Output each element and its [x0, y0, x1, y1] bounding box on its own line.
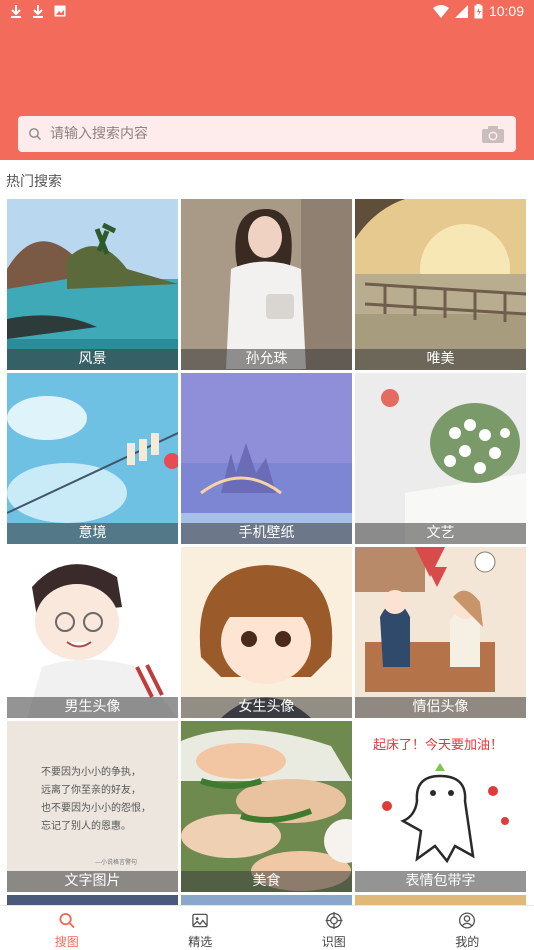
tile-label: 风景 [7, 349, 178, 370]
header: 10:09 [0, 0, 534, 160]
tile-label: 唯美 [355, 349, 526, 370]
next-row-preview [7, 895, 527, 905]
search-input[interactable] [50, 126, 482, 142]
tile-label: 文字图片 [7, 871, 178, 892]
tile-female-avatar[interactable]: 女生头像 [181, 547, 352, 718]
tile-mood[interactable]: 意境 [7, 373, 178, 544]
tile-label: 男生头像 [7, 697, 178, 718]
sticker-image: 起床了！今天要加油！ [355, 721, 526, 892]
tab-featured[interactable]: 精选 [134, 906, 268, 950]
scenery-image [7, 199, 178, 370]
aesthetic-image [355, 199, 526, 370]
tab-label: 精选 [188, 935, 213, 949]
wallpaper-image [181, 373, 352, 544]
target-icon [325, 912, 343, 929]
notification-image-icon [54, 5, 66, 17]
tab-label: 搜图 [54, 935, 79, 949]
tile-phone-wallpaper[interactable]: 手机壁纸 [181, 373, 352, 544]
tile-label: 表情包带字 [355, 871, 526, 892]
signal-icon [454, 4, 468, 18]
tile-label: 文艺 [355, 523, 526, 544]
tile-label: 手机壁纸 [181, 523, 352, 544]
search-bar[interactable] [18, 116, 516, 152]
tile-couple-avatar[interactable]: 情侣头像 [355, 547, 526, 718]
quote-source: —小说格言警句 [95, 858, 137, 866]
quote-line: 不要因为小小的争执， [41, 765, 141, 778]
status-bar: 10:09 [0, 0, 534, 24]
clock: 10:09 [488, 3, 524, 19]
download-icon [11, 5, 21, 18]
tile-food[interactable]: 美食 [181, 721, 352, 892]
tile-scenery[interactable]: 风景 [7, 199, 178, 370]
tile-label: 孙允珠 [181, 349, 352, 370]
food-image [181, 721, 352, 892]
tab-identify[interactable]: 识图 [267, 906, 401, 950]
couple-avatar-image [355, 547, 526, 718]
tile-aesthetic[interactable]: 唯美 [355, 199, 526, 370]
user-icon [459, 912, 476, 929]
camera-icon[interactable] [482, 125, 504, 143]
bottom-tab-bar: 搜图 精选 识图 我的 [0, 905, 534, 950]
search-icon [29, 128, 41, 140]
female-avatar-image [181, 547, 352, 718]
mood-image [7, 373, 178, 544]
tile-label: 女生头像 [181, 697, 352, 718]
sticker-text: 起床了！今天要加油！ [373, 737, 503, 753]
quote-line: 远离了你至亲的好友， [41, 783, 141, 796]
tile-sticker-text[interactable]: 起床了！今天要加油！ 表情包带字 [355, 721, 526, 892]
literary-image [355, 373, 526, 544]
tile-label: 情侣头像 [355, 697, 526, 718]
text-image: 不要因为小小的争执， 远离了你至亲的好友， 也不要因为小小的怨恨， 忘记了别人的… [7, 721, 178, 892]
male-avatar-image [7, 547, 178, 718]
tile-sun-yunzhu[interactable]: 孙允珠 [181, 199, 352, 370]
hot-search-title: 热门搜索 [6, 174, 62, 190]
tile-label: 美食 [181, 871, 352, 892]
battery-icon [474, 3, 483, 18]
quote-line: 忘记了别人的恩惠。 [41, 819, 131, 832]
tile-text-image[interactable]: 不要因为小小的争执， 远离了你至亲的好友， 也不要因为小小的怨恨， 忘记了别人的… [7, 721, 178, 892]
hot-search-grid: 风景 孙允珠 唯美 意境 手机壁纸 文艺 男生头像 女生头像 情侣头像 不要因为… [7, 199, 527, 892]
tab-label: 我的 [455, 935, 480, 949]
quote-line: 也不要因为小小的怨恨， [41, 801, 151, 814]
tile-literary[interactable]: 文艺 [355, 373, 526, 544]
tile-label: 意境 [7, 523, 178, 544]
wifi-icon [432, 4, 449, 18]
tile-male-avatar[interactable]: 男生头像 [7, 547, 178, 718]
tab-me[interactable]: 我的 [401, 906, 534, 950]
portrait-image [181, 199, 352, 370]
tab-label: 识图 [321, 935, 346, 949]
search-icon [59, 912, 75, 929]
download-icon [33, 5, 43, 18]
image-icon [192, 913, 208, 928]
tab-search-image[interactable]: 搜图 [0, 906, 134, 950]
